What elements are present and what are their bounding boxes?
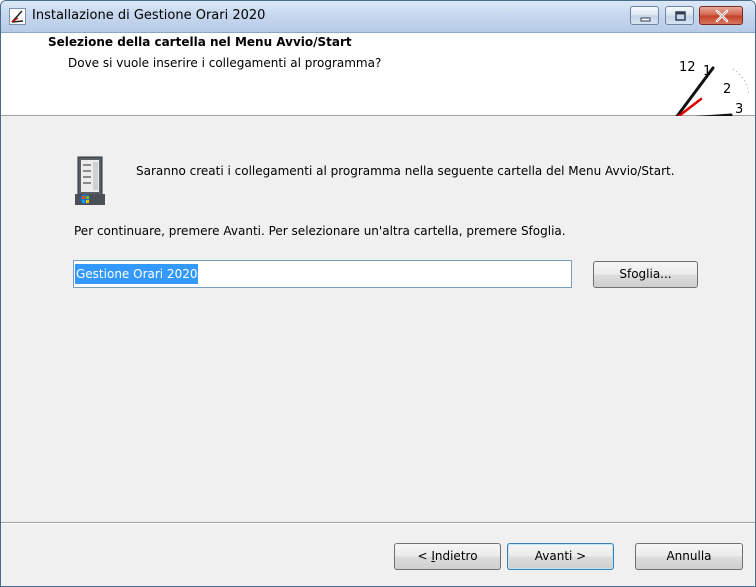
folder-name-value: Gestione Orari 2020 xyxy=(75,264,199,284)
clock-number-3: 3 xyxy=(735,102,743,117)
cancel-button[interactable]: Annulla xyxy=(635,543,743,570)
start-menu-icon xyxy=(75,156,105,205)
back-button-prefix: < xyxy=(417,549,432,563)
clock-hands-icon xyxy=(9,8,26,25)
maximize-icon xyxy=(675,11,686,21)
footer-divider xyxy=(1,522,755,524)
close-icon xyxy=(715,9,729,23)
clock-number-2: 2 xyxy=(723,82,731,97)
title-bar[interactable]: Installazione di Gestione Orari 2020 xyxy=(1,1,755,33)
clock-number-12: 12 xyxy=(679,60,696,75)
page-title: Selezione della cartella nel Menu Avvio/… xyxy=(48,35,352,49)
page-subtitle: Dove si vuole inserire i collegamenti al… xyxy=(68,56,382,70)
window-title: Installazione di Gestione Orari 2020 xyxy=(32,8,266,23)
back-button[interactable]: < Indietro xyxy=(394,543,501,570)
maximize-button[interactable] xyxy=(665,6,694,25)
minimize-button[interactable] xyxy=(630,6,659,25)
back-button-label: ndietro xyxy=(434,549,478,563)
installer-window: Installazione di Gestione Orari 2020 Sel… xyxy=(0,0,756,587)
minimize-icon xyxy=(640,17,651,22)
continue-instructions: Per continuare, premere Avanti. Per sele… xyxy=(74,224,566,238)
close-button[interactable] xyxy=(699,6,743,25)
folder-name-input[interactable]: Gestione Orari 2020 xyxy=(73,260,572,288)
browse-button[interactable]: Sfoglia... xyxy=(593,261,698,288)
next-button[interactable]: Avanti > xyxy=(507,543,614,570)
info-text: Saranno creati i collegamenti al program… xyxy=(136,164,675,178)
